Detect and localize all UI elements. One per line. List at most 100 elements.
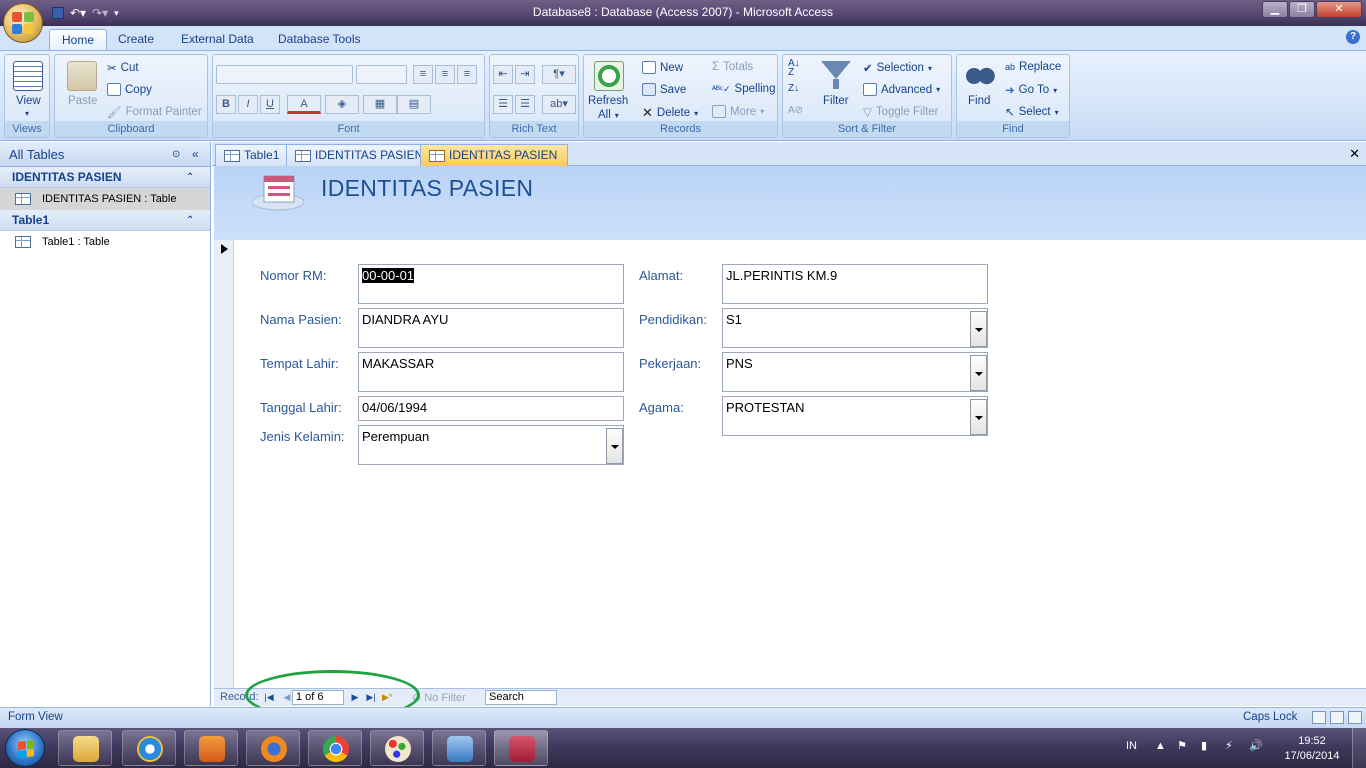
go-to-button[interactable]: ➜ Go To ▾ (1005, 83, 1057, 97)
nama-pasien-field[interactable]: DIANDRA AYU (358, 308, 624, 348)
language-indicator[interactable]: IN (1126, 740, 1137, 752)
taskbar-media-player[interactable] (184, 730, 238, 766)
paste-button[interactable]: Paste (68, 95, 97, 107)
nav-pane-header[interactable]: All Tables ⊙ « (0, 142, 210, 167)
nav-group-table1[interactable]: Table1 ⌃ (0, 210, 210, 231)
select-button[interactable]: ↖ Select ▾ (1005, 105, 1059, 119)
minimize-button[interactable]: ▁ (1262, 1, 1288, 18)
toggle-filter-button[interactable]: ▽ Toggle Filter (863, 105, 939, 119)
alamat-field[interactable]: JL.PERINTIS KM.9 (722, 264, 988, 304)
pekerjaan-combo[interactable]: PNS (722, 352, 988, 392)
font-color-button[interactable]: A (287, 95, 321, 114)
replace-button[interactable]: ab Replace (1005, 61, 1061, 73)
help-icon[interactable]: ? (1346, 30, 1360, 44)
spelling-button[interactable]: ᴬᴮᶜ✓ Spelling (712, 83, 775, 95)
clear-sort-icon[interactable]: A⊘ (788, 105, 803, 116)
nomor-rm-field[interactable]: 00-00-01 (358, 264, 624, 304)
power-icon[interactable]: ⚡ (1225, 739, 1233, 752)
sort-descending-icon[interactable]: Z↓ (788, 83, 799, 94)
volume-icon[interactable]: 🔊 (1249, 739, 1263, 752)
pendidikan-combo[interactable]: S1 (722, 308, 988, 348)
design-view-icon[interactable] (1348, 711, 1362, 724)
tab-home[interactable]: Home (49, 29, 108, 50)
record-selector[interactable] (214, 240, 234, 688)
tab-database-tools[interactable]: Database Tools (266, 29, 373, 50)
tab-create[interactable]: Create (106, 29, 166, 50)
form-view-icon[interactable] (1312, 711, 1326, 724)
collapse-group-icon[interactable]: ⌃ (186, 210, 194, 231)
fill-color-icon[interactable]: ◈ (325, 95, 359, 114)
tanggal-lahir-field[interactable]: 04/06/1994 (358, 396, 624, 421)
copy-button[interactable]: Copy (107, 83, 152, 96)
format-painter-button[interactable]: 🖌 Format Painter (107, 105, 202, 119)
find-button[interactable]: Find (968, 95, 990, 107)
agama-combo[interactable]: PROTESTAN (722, 396, 988, 436)
increase-indent-icon[interactable]: ⇥ (515, 65, 535, 84)
collapse-group-icon[interactable]: ⌃ (186, 167, 194, 188)
gridlines-icon[interactable]: ▦ (363, 95, 397, 114)
doc-tab-identitas-pasien-form[interactable]: IDENTITAS PASIEN (420, 144, 569, 166)
view-button[interactable]: View (16, 95, 41, 107)
taskbar-picture-viewer[interactable] (432, 730, 486, 766)
taskbar-explorer[interactable] (58, 730, 112, 766)
action-center-flag-icon[interactable]: ⚑ (1177, 739, 1187, 752)
datasheet-view-icon[interactable] (1330, 711, 1344, 724)
restore-button[interactable]: ❐ (1289, 1, 1315, 18)
device-icon[interactable]: ▮ (1201, 739, 1207, 752)
font-name-dropdown[interactable] (216, 65, 353, 84)
sort-ascending-icon[interactable]: A↓ Z (788, 59, 800, 78)
start-button[interactable] (5, 729, 45, 767)
align-left-icon[interactable]: ≡ (413, 65, 433, 84)
taskbar-firefox[interactable] (246, 730, 300, 766)
save-record-button[interactable]: Save (642, 83, 686, 96)
italic-button[interactable]: I (238, 95, 258, 114)
refresh-all-label[interactable]: All ▾ (598, 109, 619, 121)
bold-button[interactable]: B (216, 95, 236, 114)
nav-pane-menu-icon[interactable]: ⊙ (172, 142, 180, 167)
underline-button[interactable]: U (260, 95, 280, 114)
tab-external-data[interactable]: External Data (169, 29, 266, 50)
nav-group-identitas-pasien[interactable]: IDENTITAS PASIEN ⌃ (0, 167, 210, 188)
align-center-icon[interactable]: ≡ (435, 65, 455, 84)
numbering-icon[interactable]: ☰ (493, 95, 513, 114)
more-button[interactable]: More ▾ (712, 105, 764, 118)
refresh-all-button[interactable]: Refresh (588, 95, 628, 107)
taskbar-chrome[interactable] (308, 730, 362, 766)
dropdown-arrow-icon[interactable] (970, 355, 987, 391)
selection-button[interactable]: ✔ Selection ▾ (863, 61, 932, 75)
search-input[interactable]: Search (485, 690, 557, 705)
nav-item-table1-table[interactable]: Table1 : Table (0, 231, 210, 253)
delete-record-button[interactable]: ✕ Delete ▾ (642, 105, 698, 121)
tempat-lahir-field[interactable]: MAKASSAR (358, 352, 624, 392)
show-desktop-button[interactable] (1352, 728, 1366, 768)
taskbar-internet-explorer[interactable] (122, 730, 176, 766)
taskbar-access[interactable] (494, 730, 548, 766)
new-record-button[interactable]: New (642, 61, 683, 74)
highlight-icon[interactable]: ab▾ (542, 95, 576, 114)
jenis-kelamin-combo[interactable]: Perempuan (358, 425, 624, 465)
doc-tab-identitas-pasien-table[interactable]: IDENTITAS PASIEN (286, 144, 435, 166)
dropdown-arrow-icon[interactable] (970, 311, 987, 347)
close-document-icon[interactable]: ✕ (1349, 146, 1360, 162)
office-button[interactable] (3, 3, 43, 43)
view-dropdown-icon[interactable]: ▾ (25, 109, 29, 118)
totals-button[interactable]: Σ Totals (712, 61, 753, 73)
nav-item-identitas-pasien-table[interactable]: IDENTITAS PASIEN : Table (0, 188, 210, 210)
shutter-bar-close-icon[interactable]: « (192, 142, 199, 167)
dropdown-arrow-icon[interactable] (606, 428, 623, 464)
no-filter-indicator[interactable]: ⊘ No Filter (412, 691, 466, 704)
doc-tab-table1[interactable]: Table1 (215, 144, 291, 166)
filter-button[interactable]: Filter (823, 95, 849, 107)
close-window-button[interactable]: ✕ (1316, 1, 1362, 18)
show-hidden-icons-icon[interactable]: ▲ (1155, 740, 1166, 752)
paragraph-direction-icon[interactable]: ¶▾ (542, 65, 576, 84)
bullets-icon[interactable]: ☰ (515, 95, 535, 114)
taskbar-paint[interactable] (370, 730, 424, 766)
align-right-icon[interactable]: ≡ (457, 65, 477, 84)
cut-button[interactable]: ✂ Cut (107, 61, 139, 75)
advanced-button[interactable]: Advanced ▾ (863, 83, 940, 96)
alternate-fill-icon[interactable]: ▤ (397, 95, 431, 114)
decrease-indent-icon[interactable]: ⇤ (493, 65, 513, 84)
system-clock[interactable]: 19:52 17/06/2014 (1282, 734, 1342, 764)
font-size-dropdown[interactable] (356, 65, 407, 84)
